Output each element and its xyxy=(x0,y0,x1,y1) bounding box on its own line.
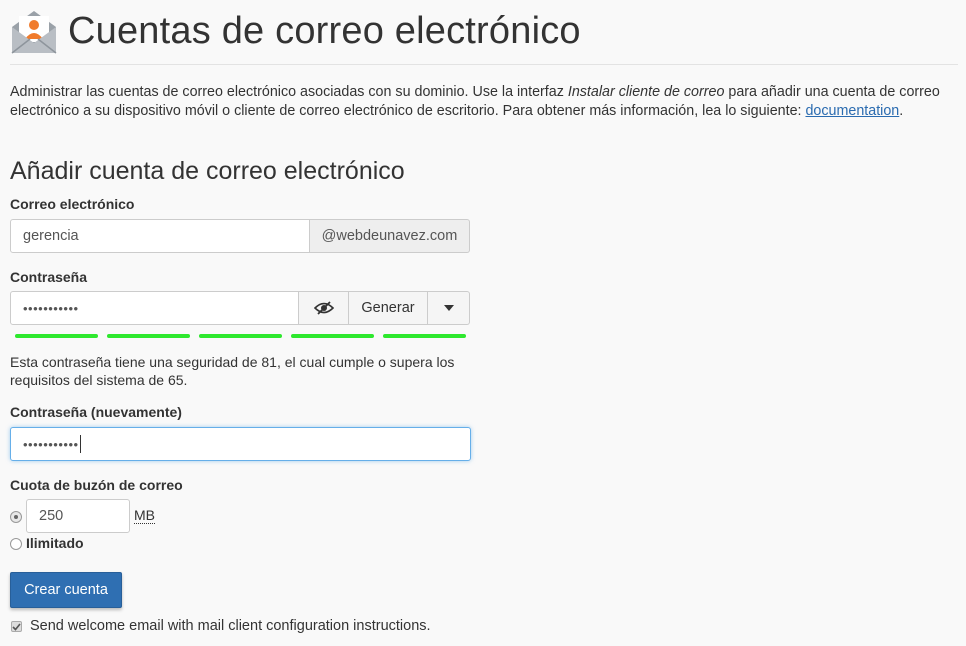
password-confirm-label: Contraseña (nuevamente) xyxy=(10,404,182,420)
password-input-group: ••••••••••• Generar xyxy=(10,291,470,325)
quota-label: Cuota de buzón de correo xyxy=(10,477,183,493)
welcome-email-checkbox[interactable] xyxy=(11,621,22,632)
quota-unlimited-radio[interactable] xyxy=(10,538,22,550)
intro-paragraph: Administrar las cuentas de correo electr… xyxy=(10,83,955,121)
page-header: Cuentas de correo electrónico xyxy=(10,2,581,60)
create-account-button[interactable]: Crear cuenta xyxy=(10,572,122,608)
password-confirm-input[interactable]: ••••••••••• xyxy=(10,427,471,461)
text-cursor xyxy=(79,435,81,453)
password-input[interactable]: ••••••••••• xyxy=(10,291,299,325)
email-domain-addon: @webdeunavez.com xyxy=(310,219,470,253)
strength-segment xyxy=(383,334,466,338)
envelope-user-icon xyxy=(11,11,57,54)
intro-text-before: Administrar las cuentas de correo electr… xyxy=(10,84,568,100)
page-title: Cuentas de correo electrónico xyxy=(68,9,581,52)
checkmark-icon xyxy=(12,622,21,631)
toggle-password-visibility-button[interactable] xyxy=(299,291,349,325)
strength-segment xyxy=(199,334,282,338)
quota-unit: MB xyxy=(134,507,155,524)
quota-custom-radio[interactable] xyxy=(10,511,22,523)
generate-options-dropdown-button[interactable] xyxy=(428,291,470,325)
password-confirm-group: ••••••••••• xyxy=(10,427,471,461)
quota-input[interactable]: 250 xyxy=(26,499,130,533)
intro-trailing: . xyxy=(899,103,904,119)
caret-down-icon xyxy=(443,305,454,311)
strength-segment xyxy=(291,334,374,338)
intro-emphasis: Instalar cliente de correo xyxy=(567,84,725,100)
strength-segment xyxy=(107,334,190,338)
quota-input-group: 250 xyxy=(26,499,130,533)
password-strength-text: Esta contraseña tiene una seguridad de 8… xyxy=(10,354,455,388)
quota-unlimited-label[interactable]: Ilimitado xyxy=(26,535,84,551)
section-title: Añadir cuenta de correo electrónico xyxy=(10,157,405,185)
password-confirm-value: ••••••••••• xyxy=(23,436,79,452)
eye-slash-icon xyxy=(313,301,334,315)
generate-password-button[interactable]: Generar xyxy=(349,291,428,325)
password-label: Contraseña xyxy=(10,269,88,285)
password-strength-meter xyxy=(15,334,466,338)
email-label: Correo electrónico xyxy=(10,196,135,212)
email-username-input[interactable]: gerencia xyxy=(10,219,310,253)
welcome-email-label[interactable]: Send welcome email with mail client conf… xyxy=(30,618,431,634)
divider xyxy=(10,64,958,65)
strength-segment xyxy=(15,334,98,338)
email-input-group: gerencia @webdeunavez.com xyxy=(10,219,470,253)
documentation-link[interactable]: documentation xyxy=(805,103,899,119)
